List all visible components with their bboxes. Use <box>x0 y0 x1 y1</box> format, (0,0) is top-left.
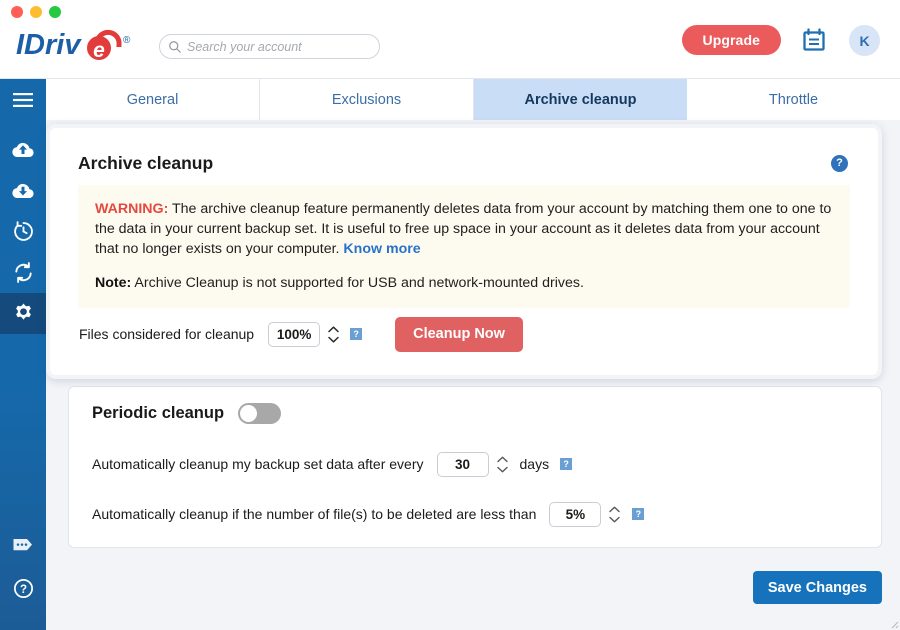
periodic-threshold-label: Automatically cleanup if the number of f… <box>92 506 537 522</box>
svg-text:IDriv: IDriv <box>16 29 82 61</box>
sidebar-item-restore[interactable] <box>0 170 46 211</box>
note-paragraph: Note: Archive Cleanup is not supported f… <box>95 273 833 293</box>
svg-text:e: e <box>93 39 105 62</box>
idrive-logo: IDriv e ® <box>16 26 146 64</box>
title-bar: IDriv e ® Upgrade <box>0 0 900 79</box>
calendar-icon[interactable] <box>801 27 827 53</box>
periodic-interval-label: Automatically cleanup my backup set data… <box>92 456 424 472</box>
warning-paragraph: WARNING: The archive cleanup feature per… <box>95 199 833 259</box>
periodic-cleanup-title: Periodic cleanup <box>92 404 225 422</box>
app-window: IDriv e ® Upgrade <box>0 0 900 630</box>
periodic-interval-row: Automatically cleanup my backup set data… <box>92 450 573 478</box>
sidebar-item-menu[interactable] <box>0 79 46 120</box>
page-title: Archive cleanup <box>78 153 214 173</box>
periodic-cleanup-toggle[interactable] <box>238 403 282 424</box>
periodic-interval-hint-icon[interactable]: ? <box>560 458 573 470</box>
chevron-down-icon <box>328 336 339 343</box>
files-considered-label: Files considered for cleanup <box>79 326 255 342</box>
search-icon <box>169 40 181 53</box>
tab-throttle[interactable]: Throttle <box>687 79 900 120</box>
search-box[interactable] <box>159 34 380 59</box>
resize-grip-icon[interactable] <box>887 617 899 629</box>
chevron-up-icon <box>496 456 508 462</box>
question-circle-icon: ? <box>13 579 33 598</box>
sync-refresh-icon <box>14 262 32 283</box>
settings-tabs: General Exclusions Archive cleanup Throt… <box>46 79 900 120</box>
chevron-up-icon <box>328 325 339 332</box>
avatar[interactable]: K <box>849 25 880 56</box>
know-more-link[interactable]: Know more <box>343 241 420 257</box>
tab-archive-cleanup[interactable]: Archive cleanup <box>474 79 687 120</box>
cloud-download-icon <box>12 183 34 198</box>
chevron-up-icon <box>609 506 621 512</box>
periodic-cleanup-card: Periodic cleanup Automatically cleanup m… <box>68 386 882 548</box>
sidebar: ? <box>0 79 46 630</box>
archive-cleanup-card: Archive cleanup ? WARNING: The archive c… <box>46 124 882 379</box>
periodic-interval-unit: days <box>519 456 550 472</box>
sidebar-item-sync[interactable] <box>0 252 46 293</box>
svg-text:?: ? <box>19 584 26 596</box>
periodic-interval-input[interactable] <box>436 451 489 477</box>
save-changes-button[interactable]: Save Changes <box>752 571 882 604</box>
upgrade-button[interactable]: Upgrade <box>681 25 781 55</box>
clock-history-icon <box>13 221 33 241</box>
svg-text:®: ® <box>123 35 131 46</box>
periodic-threshold-input[interactable] <box>549 501 602 527</box>
sidebar-item-backup[interactable] <box>0 129 46 170</box>
note-label: Note: <box>95 275 132 291</box>
zoom-window-button[interactable] <box>49 6 61 18</box>
note-text: Archive Cleanup is not supported for USB… <box>131 275 584 291</box>
files-considered-stepper[interactable] <box>327 321 340 347</box>
help-icon[interactable]: ? <box>831 155 848 172</box>
chevron-down-icon <box>496 466 508 472</box>
warning-text: The archive cleanup feature permanently … <box>95 201 832 257</box>
chat-tag-icon <box>13 539 32 551</box>
files-considered-row: Files considered for cleanup ? Cleanup N… <box>79 316 523 352</box>
sidebar-item-scheduler[interactable] <box>0 211 46 252</box>
warning-banner: WARNING: The archive cleanup feature per… <box>78 185 850 308</box>
chevron-down-icon <box>609 516 621 522</box>
search-input[interactable] <box>187 36 367 57</box>
tab-exclusions[interactable]: Exclusions <box>260 79 474 120</box>
window-traffic-lights <box>11 6 61 18</box>
cleanup-now-button[interactable]: Cleanup Now <box>395 316 523 352</box>
minimize-window-button[interactable] <box>30 6 42 18</box>
toggle-knob <box>240 405 258 422</box>
periodic-threshold-row: Automatically cleanup if the number of f… <box>92 500 645 528</box>
warning-label: WARNING: <box>95 201 169 217</box>
sidebar-item-settings[interactable] <box>0 293 46 334</box>
gear-icon <box>15 303 31 320</box>
periodic-cleanup-header: Periodic cleanup <box>92 403 282 424</box>
hamburger-menu-icon <box>13 92 33 107</box>
files-considered-input[interactable] <box>268 321 321 347</box>
tab-general[interactable]: General <box>46 79 260 120</box>
periodic-interval-stepper[interactable] <box>496 451 509 477</box>
close-window-button[interactable] <box>11 6 23 18</box>
periodic-threshold-stepper[interactable] <box>608 501 621 527</box>
cloud-upload-icon <box>12 142 34 157</box>
sidebar-item-chat[interactable] <box>0 525 46 566</box>
periodic-threshold-hint-icon[interactable]: ? <box>632 508 645 520</box>
sidebar-item-help[interactable]: ? <box>0 568 46 609</box>
files-considered-hint-icon[interactable]: ? <box>350 328 363 340</box>
